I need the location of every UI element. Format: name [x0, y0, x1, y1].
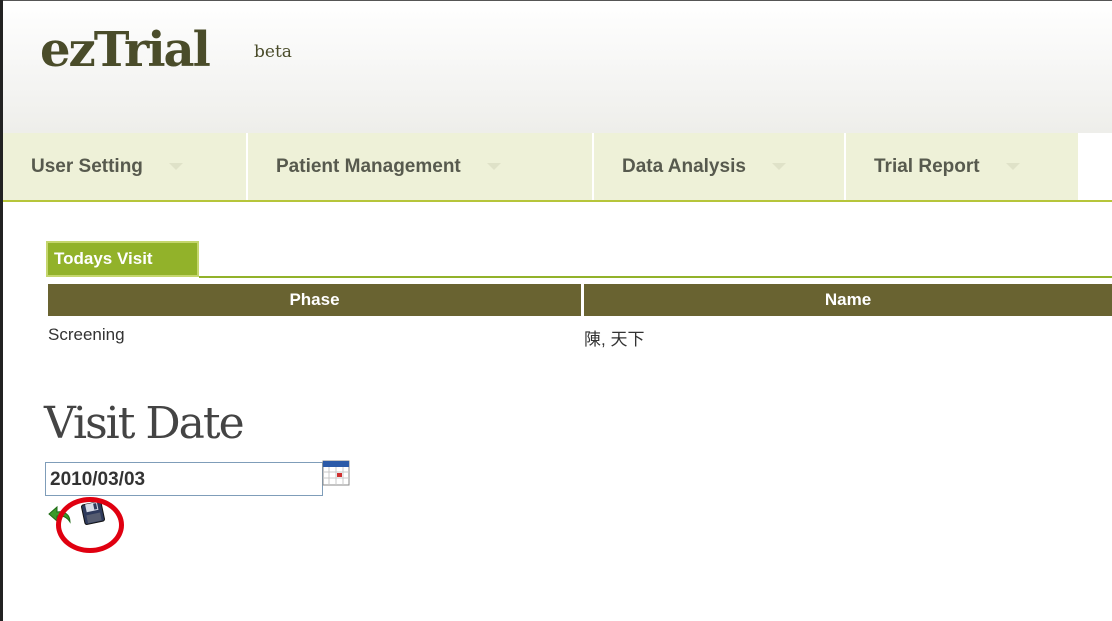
chevron-down-icon: [1005, 163, 1020, 170]
visit-date-heading: Visit Date: [44, 398, 245, 449]
tab-todays-visit[interactable]: Todays Visit: [46, 241, 199, 277]
cell-phase: Screening: [48, 325, 125, 344]
nav-item-patient-management[interactable]: Patient Management: [248, 133, 593, 200]
nav-divider: [3, 200, 1112, 202]
chevron-down-icon: [771, 163, 786, 170]
tab-label: Todays Visit: [54, 249, 153, 268]
logo-beta-badge: beta: [254, 42, 292, 62]
page: ezTrial beta User Setting Patient Manage…: [0, 0, 1112, 621]
chevron-down-icon: [486, 163, 501, 170]
app-logo[interactable]: ezTrial beta: [40, 22, 292, 78]
nav-item-label: Trial Report: [874, 155, 980, 177]
column-header-phase[interactable]: Phase: [48, 284, 581, 316]
nav-item-user-setting[interactable]: User Setting: [3, 133, 247, 200]
highlight-annotation-circle: [56, 497, 124, 553]
visit-date-input[interactable]: 2010/03/03: [45, 462, 323, 496]
column-header-name[interactable]: Name: [584, 284, 1112, 316]
visit-table-header: Phase Name: [48, 284, 1112, 316]
main-nav: User Setting Patient Management Data Ana…: [3, 133, 1112, 201]
nav-item-label: Patient Management: [276, 155, 461, 177]
window-top-border: [0, 0, 1112, 1]
chevron-down-icon: [168, 163, 183, 170]
nav-item-label: Data Analysis: [622, 155, 746, 177]
window-left-border: [0, 0, 3, 621]
cell-name: 陳, 天下: [584, 330, 645, 349]
calendar-icon[interactable]: [322, 460, 350, 486]
nav-item-label: User Setting: [31, 155, 143, 177]
tab-underline: [199, 276, 1112, 278]
nav-item-trial-report[interactable]: Trial Report: [846, 133, 1079, 200]
nav-item-data-analysis[interactable]: Data Analysis: [594, 133, 845, 200]
logo-text: ezTrial: [40, 22, 211, 78]
